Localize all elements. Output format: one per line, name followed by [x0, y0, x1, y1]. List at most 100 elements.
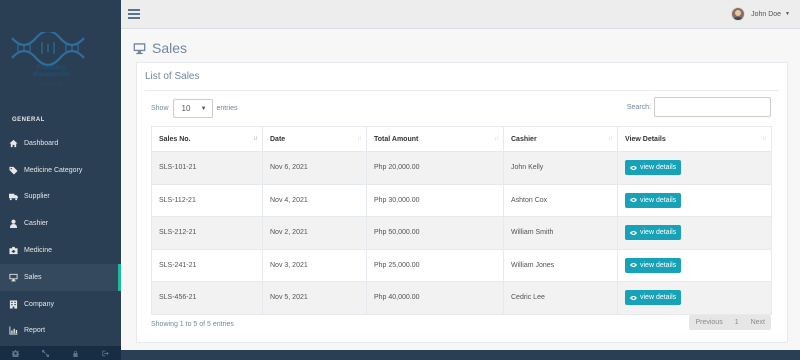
show-label: Show [151, 105, 169, 112]
table-info: Showing 1 to 5 of 5 entries [151, 321, 234, 328]
sales-table: Sales No. ↓↑ Date ↓↑ Total Amount ↓↑ Cashie… [151, 126, 772, 315]
eye-icon [630, 230, 637, 235]
sidebar-item-cashier[interactable]: Cashier [0, 210, 121, 237]
cell-view-details: view details [617, 151, 772, 185]
desktop-icon [8, 272, 18, 282]
table-row: SLS-212-21 Nov 2, 2021 Php 50,000.00 Wil… [151, 216, 772, 250]
medkit-icon [8, 246, 18, 256]
settings-icon [11, 349, 19, 357]
lock-button[interactable] [61, 346, 91, 360]
sidebar-item-medicine-category[interactable]: Medicine Category [0, 157, 121, 184]
view-details-button[interactable]: view details [625, 225, 682, 241]
sidebar-item-medicine[interactable]: Medicine [0, 237, 121, 264]
sidebar-footer [0, 346, 121, 360]
page-1-button[interactable]: 1 [729, 315, 745, 330]
sidebar-nav: Dashboard Medicine Category Supplier Cas… [0, 130, 121, 344]
sidebar-item-label: Company [24, 300, 54, 308]
cell-sales-no: SLS-456-21 [151, 281, 263, 315]
cell-date: Nov 5, 2021 [262, 281, 367, 315]
sidebar-item-label: Sales [24, 273, 42, 281]
cell-sales-no: SLS-241-21 [151, 248, 263, 282]
logo-line-1: Pharmacy [36, 65, 66, 71]
menu-toggle-icon[interactable] [128, 9, 140, 19]
cell-sales-no: SLS-112-21 [151, 183, 263, 217]
column-label: Total Amount [374, 135, 419, 143]
user-icon [8, 219, 18, 229]
column-header-view-details[interactable]: View Details ↓↑ [617, 126, 772, 152]
sort-icon: ↓↑ [762, 136, 767, 142]
settings-button[interactable] [0, 346, 30, 360]
sales-panel: List of Sales Show 10 ▼ entries Search: … [136, 62, 788, 343]
chevron-down-icon: ▼ [200, 105, 207, 112]
panel-title: List of Sales [145, 71, 200, 82]
user-menu[interactable]: John Doe ▼ [731, 7, 790, 21]
cell-cashier: William Smith [503, 216, 618, 250]
sort-icon: ↓↑ [253, 136, 258, 142]
fullscreen-button[interactable] [30, 346, 60, 360]
home-icon [8, 138, 18, 148]
previous-button[interactable]: Previous [689, 315, 728, 330]
pagination: Previous 1 Next [689, 315, 771, 330]
cell-view-details: view details [617, 281, 772, 315]
table-row: SLS-456-21 Nov 5, 2021 Php 40,000.00 Ced… [151, 281, 772, 315]
sidebar-item-label: Cashier [24, 220, 49, 228]
panel-divider [145, 90, 779, 91]
view-details-button[interactable]: view details [625, 160, 682, 176]
logo-text: Pharmacy Management [14, 65, 88, 79]
cell-view-details: view details [617, 216, 772, 250]
table-row: SLS-101-21 Nov 6, 2021 Php 20,000.00 Joh… [151, 151, 772, 185]
table-header-row: Sales No. ↓↑ Date ↓↑ Total Amount ↓↑ Cashie… [151, 126, 772, 152]
sort-icon: ↓↑ [494, 136, 499, 142]
column-label: Sales No. [159, 135, 191, 143]
cell-cashier: Cedric Lee [503, 281, 618, 315]
view-details-button[interactable]: view details [625, 192, 682, 208]
view-details-button[interactable]: view details [625, 257, 682, 273]
search-control: Search: [627, 97, 771, 117]
view-details-label: view details [640, 196, 677, 204]
column-label: Cashier [511, 135, 537, 143]
user-name: John Doe [751, 10, 782, 18]
sidebar-item-company[interactable]: Company [0, 291, 121, 318]
next-button[interactable]: Next [745, 315, 771, 330]
cell-date: Nov 6, 2021 [262, 151, 367, 185]
menu-section-title: GENERAL [12, 117, 45, 123]
column-header-sales-no[interactable]: Sales No. ↓↑ [151, 126, 263, 152]
cell-date: Nov 4, 2021 [262, 183, 367, 217]
cell-amount: Php 40,000.00 [366, 281, 504, 315]
column-label: View Details [625, 135, 666, 143]
avatar [731, 7, 746, 21]
column-header-date[interactable]: Date ↓↑ [262, 126, 367, 152]
sidebar-item-label: Report [24, 327, 46, 335]
sidebar-item-label: Medicine [24, 247, 53, 255]
search-label: Search: [626, 103, 651, 111]
eye-icon [630, 295, 637, 300]
cell-amount: Php 25,000.00 [366, 248, 504, 282]
caret-down-icon: ▼ [785, 11, 790, 17]
sidebar-item-label: Medicine Category [24, 166, 83, 174]
column-header-cashier[interactable]: Cashier ↓↑ [503, 126, 618, 152]
logo-subtitle: SYSTEM [39, 82, 63, 87]
eye-icon [630, 165, 637, 170]
view-details-label: view details [640, 164, 677, 172]
view-details-button[interactable]: view details [625, 290, 682, 306]
column-header-total-amount[interactable]: Total Amount ↓↑ [366, 126, 504, 152]
top-navbar: John Doe ▼ [121, 0, 800, 29]
eye-icon [630, 263, 637, 268]
view-details-label: view details [640, 294, 677, 302]
sidebar-item-report[interactable]: Report [0, 318, 121, 345]
sidebar-item-dashboard[interactable]: Dashboard [0, 130, 121, 157]
sidebar-item-supplier[interactable]: Supplier [0, 184, 121, 211]
entries-label: entries [216, 105, 238, 112]
logout-icon [102, 350, 110, 356]
column-label: Date [270, 135, 286, 143]
sort-icon: ↓↑ [357, 136, 362, 142]
entries-select[interactable]: 10 ▼ [172, 99, 213, 118]
search-input[interactable] [654, 97, 771, 117]
fullscreen-icon [41, 349, 49, 357]
sidebar: Pharmacy Management SYSTEM GENERAL Dashb… [0, 0, 121, 360]
cell-cashier: John Kelly [503, 151, 618, 185]
lock-icon [73, 350, 78, 357]
logout-button[interactable] [91, 346, 121, 360]
entries-value: 10 [181, 104, 191, 113]
sidebar-item-sales[interactable]: Sales [0, 263, 121, 291]
